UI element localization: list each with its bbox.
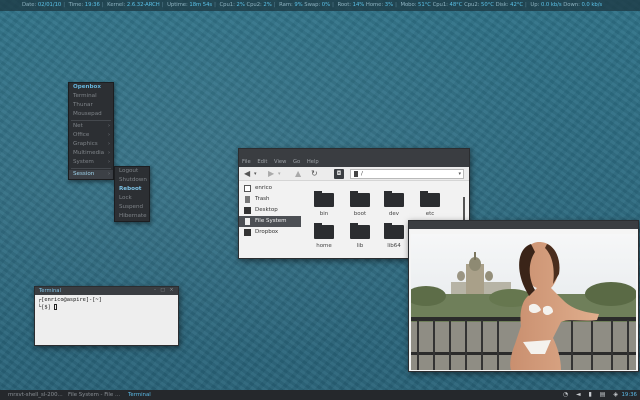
window-titlebar[interactable] (239, 149, 469, 157)
menu-item-system[interactable]: System › (69, 158, 113, 167)
folder-icon (384, 223, 404, 239)
folder-icon (350, 223, 370, 239)
folder-icon (420, 191, 440, 207)
prompt-line: └[$] (38, 304, 54, 310)
menu-file[interactable]: File (242, 159, 251, 165)
back-arrow-icon[interactable]: ◀ (244, 169, 250, 179)
menu-item-session[interactable]: Session › (69, 170, 113, 179)
folder-item[interactable]: home (307, 223, 341, 249)
chevron-down-icon[interactable]: ▾ (458, 170, 461, 178)
folder-item[interactable]: boot (343, 191, 377, 217)
menu-item-mousepad[interactable]: Mousepad (69, 110, 113, 119)
wifi-icon[interactable]: ◔ (563, 391, 568, 398)
menu-item-thunar[interactable]: Thunar (69, 101, 113, 110)
terminal-window: Terminal - □ × ┌[enrico@aspire]-[~] └[$] (34, 286, 179, 346)
folder-icon (314, 223, 334, 239)
menu-help[interactable]: Help (307, 159, 319, 165)
drive-icon (245, 218, 250, 225)
chevron-right-icon: › (108, 123, 110, 129)
sidebar-item-dropbox[interactable]: Dropbox (239, 227, 301, 238)
prompt-line: ┌[enrico@aspire]-[~] (38, 297, 102, 303)
menu-divider (71, 120, 111, 121)
session-item-suspend[interactable]: Suspend (115, 203, 149, 212)
window-titlebar[interactable] (409, 221, 638, 229)
sidebar-item-enrico[interactable]: enrico (239, 183, 301, 194)
location-path: / (361, 171, 363, 177)
location-toggle-icon[interactable]: ◘ (334, 169, 344, 179)
reload-icon[interactable]: ↻ (311, 169, 318, 179)
session-submenu: Logout Shutdown Reboot Lock Suspend Hibe… (114, 166, 150, 222)
location-bar[interactable]: / ▾ (350, 169, 464, 179)
clipboard-icon[interactable]: ▤ (600, 391, 606, 398)
back-dropdown-icon[interactable]: ▾ (254, 169, 257, 179)
sidebar: enrico Trash Desktop File System Dropbox (239, 181, 301, 258)
desktop-icon (244, 207, 251, 214)
taskbar: mrxvt-shell_sl-200... File System - File… (0, 390, 640, 400)
system-status-bar: Date: 02/01/10 | Time: 19:36 | Kernel: 2.6… (0, 0, 640, 11)
window-title: Terminal (39, 288, 61, 294)
sidebar-item-file-system[interactable]: File System (239, 216, 301, 227)
task-button[interactable]: mrxvt-shell_sl-200... (8, 390, 63, 400)
menu-view[interactable]: View (274, 159, 286, 165)
session-item-logout[interactable]: Logout (115, 167, 149, 176)
window-controls-icon[interactable]: - □ × (154, 287, 175, 295)
system-tray: ◔ ◄ ▮ ▤ ◈ (557, 390, 618, 400)
volume-icon[interactable]: ◄ (576, 391, 581, 398)
task-button-active[interactable]: Terminal (128, 390, 151, 400)
photo-image (411, 234, 636, 370)
chevron-right-icon: › (108, 150, 110, 156)
menu-item-office[interactable]: Office › (69, 131, 113, 140)
task-button[interactable]: File System - File ... (68, 390, 120, 400)
text-cursor (53, 303, 57, 310)
forward-arrow-icon[interactable]: ▶ (268, 169, 274, 179)
menu-bar: File Edit View Go Help (239, 157, 469, 167)
folder-item[interactable]: etc (413, 191, 447, 217)
sidebar-item-trash[interactable]: Trash (239, 194, 301, 205)
forward-dropdown-icon[interactable]: ▾ (278, 169, 281, 179)
window-titlebar[interactable]: Terminal - □ × (35, 287, 178, 295)
clock[interactable]: 19:36 (621, 390, 637, 400)
menu-item-multimedia[interactable]: Multimedia › (69, 149, 113, 158)
home-icon (244, 185, 251, 192)
menu-title: Openbox (73, 84, 101, 90)
menu-item-graphics[interactable]: Graphics › (69, 140, 113, 149)
folder-item[interactable]: lib64 (377, 223, 411, 249)
chevron-right-icon: › (108, 171, 110, 177)
chevron-right-icon: › (108, 159, 110, 165)
menu-edit[interactable]: Edit (257, 159, 267, 165)
up-arrow-icon[interactable]: ▲ (295, 169, 301, 179)
folder-item[interactable]: dev (377, 191, 411, 217)
session-item-reboot[interactable]: Reboot (115, 185, 149, 194)
folder-icon (314, 191, 334, 207)
session-item-shutdown[interactable]: Shutdown (115, 176, 149, 185)
image-viewer-window (408, 220, 639, 372)
chevron-right-icon: › (108, 141, 110, 147)
menu-go[interactable]: Go (293, 159, 300, 165)
folder-item[interactable]: bin (307, 191, 341, 217)
session-item-lock[interactable]: Lock (115, 194, 149, 203)
openbox-root-menu: Openbox Terminal Thunar Mousepad Net › Of… (68, 82, 114, 180)
battery-icon[interactable]: ▮ (589, 391, 592, 398)
drive-icon (354, 170, 358, 177)
folder-icon (384, 191, 404, 207)
chevron-right-icon: › (108, 132, 110, 138)
terminal-output[interactable]: ┌[enrico@aspire]-[~] └[$] (35, 295, 178, 313)
menu-divider (71, 168, 111, 169)
menu-item-net[interactable]: Net › (69, 122, 113, 131)
folder-icon (350, 191, 370, 207)
dropbox-icon (244, 229, 251, 236)
folder-item[interactable]: lib (343, 223, 377, 249)
toolbar: ◀ ▾ ▶ ▾ ▲ ↻ ◘ / ▾ (239, 167, 469, 181)
photo-picture (411, 234, 636, 370)
trash-icon (245, 196, 250, 203)
session-item-hibernate[interactable]: Hibernate (115, 212, 149, 221)
menu-item-terminal[interactable]: Terminal (69, 92, 113, 101)
vertical-scrollbar[interactable] (463, 197, 465, 221)
shield-icon[interactable]: ◈ (613, 391, 618, 398)
sidebar-item-desktop[interactable]: Desktop (239, 205, 301, 216)
